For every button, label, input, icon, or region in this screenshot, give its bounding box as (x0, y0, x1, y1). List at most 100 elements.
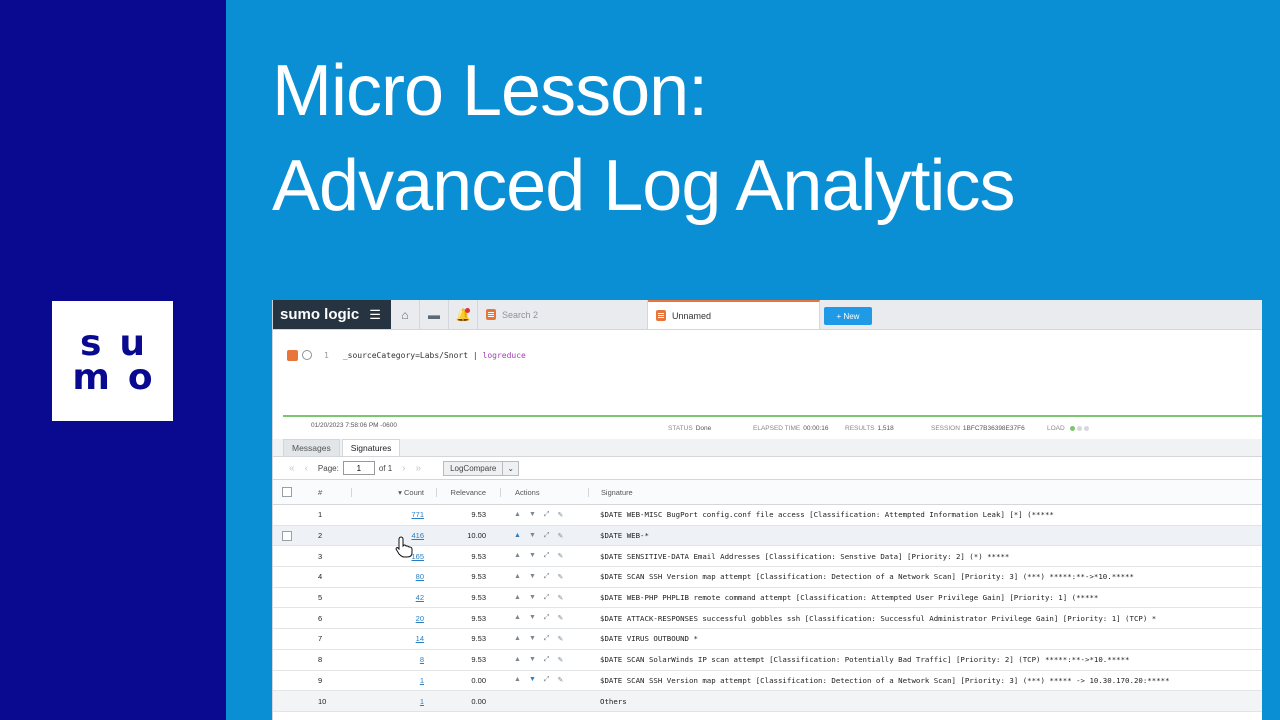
status-field: STATUS Done (668, 425, 711, 432)
row-signature[interactable]: $DATE ATTACK-RESPONSES successful gobble… (588, 614, 1262, 623)
row-count-link[interactable]: 1 (420, 697, 424, 706)
thumbs-down-icon[interactable]: ▼ (529, 594, 536, 602)
clock-icon[interactable] (302, 350, 312, 360)
tab-unnamed[interactable]: Unnamed (648, 300, 820, 329)
thumbs-up-icon[interactable]: ▲ (514, 676, 521, 684)
row-count-cell: 1 (351, 697, 436, 706)
row-count-link[interactable]: 416 (411, 531, 424, 540)
status-label: STATUS (668, 425, 693, 432)
expand-icon[interactable]: ⤢ (544, 573, 550, 581)
tab-messages[interactable]: Messages (283, 439, 340, 456)
tab-search-2[interactable]: Search 2 (478, 300, 648, 329)
row-actions: ▲ ▼ ⤢ ✎ (500, 614, 588, 622)
col-count[interactable]: ▾ Count (351, 487, 436, 497)
edit-pencil-icon[interactable]: ✎ (557, 532, 563, 540)
edit-pencil-icon[interactable]: ✎ (557, 573, 563, 581)
row-signature[interactable]: $DATE WEB-PHP PHPLIB remote command atte… (588, 593, 1262, 602)
page-input[interactable] (342, 461, 375, 475)
row-signature[interactable]: $DATE WEB-* (588, 531, 1262, 540)
table-row[interactable]: 2 416 10.00 ▲ ▼ ⤢ ✎ $DATE WEB-* (273, 525, 1262, 547)
row-count-link[interactable]: 1 (420, 676, 424, 685)
row-count-link[interactable]: 20 (416, 614, 424, 623)
thumbs-down-icon[interactable]: ▼ (529, 614, 536, 622)
row-signature[interactable]: $DATE SENSITIVE-DATA Email Addresses [Cl… (588, 552, 1262, 561)
tab-signatures[interactable]: Signatures (341, 439, 401, 456)
row-signature[interactable]: $DATE SCAN SSH Version map attempt [Clas… (588, 572, 1262, 581)
expand-icon[interactable]: ⤢ (544, 511, 550, 519)
row-count-link[interactable]: 8 (420, 655, 424, 664)
table-row[interactable]: 8 8 9.53 ▲ ▼ ⤢ ✎ $DATE SCAN SolarWinds IP scan … (273, 650, 1262, 671)
table-row[interactable]: 6 20 9.53 ▲ ▼ ⤢ ✎ $DATE ATTACK-RESPONSES succes… (273, 608, 1262, 630)
thumbs-down-icon[interactable]: ▼ (529, 635, 536, 643)
row-count-cell: 8 (351, 655, 436, 664)
thumbs-down-icon[interactable]: ▼ (529, 573, 536, 581)
load-dot (1076, 425, 1082, 431)
thumbs-up-icon[interactable]: ▲ (514, 594, 521, 602)
thumbs-down-icon[interactable]: ▼ (529, 552, 536, 560)
table-row[interactable]: 10 1 0.00 Others (273, 691, 1262, 712)
row-signature[interactable]: $DATE SCAN SolarWinds IP scan attempt [C… (588, 655, 1262, 664)
thumbs-down-icon[interactable]: ▼ (529, 676, 536, 684)
thumbs-up-icon[interactable]: ▲ (514, 511, 521, 519)
row-count-link[interactable]: 80 (416, 572, 424, 581)
thumbs-up-icon[interactable]: ▲ (514, 573, 521, 581)
row-count-link[interactable]: 14 (416, 634, 424, 643)
thumbs-down-icon[interactable]: ▼ (529, 656, 536, 664)
edit-pencil-icon[interactable]: ✎ (557, 614, 563, 622)
bell-icon[interactable]: 🔔 (449, 300, 478, 329)
expand-icon[interactable]: ⤢ (544, 635, 550, 643)
row-signature[interactable]: Others (588, 697, 1262, 706)
col-signature[interactable]: Signature (588, 487, 1262, 497)
home-icon[interactable]: ⌂ (391, 300, 420, 329)
query-text[interactable]: _sourceCategory=Labs/Snort | logreduce (343, 351, 526, 360)
logo-line-2: mo (72, 357, 171, 398)
edit-pencil-icon[interactable]: ✎ (557, 552, 563, 560)
row-signature[interactable]: $DATE VIRUS OUTBOUND * (588, 634, 1262, 643)
edit-pencil-icon[interactable]: ✎ (557, 511, 563, 519)
select-all-checkbox[interactable] (282, 487, 292, 497)
table-row[interactable]: 4 80 9.53 ▲ ▼ ⤢ ✎ $DATE SCAN SSH Version map at… (273, 567, 1262, 588)
table-row[interactable]: 5 42 9.53 ▲ ▼ ⤢ ✎ $DATE WEB-PHP PHPLIB remote c… (273, 588, 1262, 609)
brand[interactable]: sumo logic ☰ (273, 300, 391, 329)
row-count-link[interactable]: 165 (411, 552, 424, 561)
table-row[interactable]: 7 14 9.53 ▲ ▼ ⤢ ✎ $DATE VIRUS OUTBOUND * (273, 629, 1262, 650)
logcompare-label: LogCompare (450, 463, 497, 473)
query-type-icon[interactable] (287, 349, 298, 361)
prev-page-icon[interactable]: ‹ (305, 463, 308, 474)
expand-icon[interactable]: ⤢ (544, 614, 550, 622)
chevron-down-icon[interactable]: ⌄ (502, 461, 518, 475)
thumbs-up-icon[interactable]: ▲ (514, 656, 521, 664)
table-row[interactable]: 1 771 9.53 ▲ ▼ ⤢ ✎ $DATE WEB-MISC BugPort confi… (273, 505, 1262, 526)
row-checkbox[interactable] (282, 530, 292, 541)
edit-pencil-icon[interactable]: ✎ (557, 635, 563, 643)
logcompare-button[interactable]: LogCompare ⌄ (443, 460, 520, 476)
thumbs-up-icon[interactable]: ▲ (514, 532, 521, 540)
row-signature[interactable]: $DATE SCAN SSH Version map attempt [Clas… (588, 676, 1262, 685)
expand-icon[interactable]: ⤢ (544, 676, 550, 684)
row-count-link[interactable]: 771 (411, 510, 424, 519)
query-editor[interactable]: 1 _sourceCategory=Labs/Snort | logreduce (273, 330, 1262, 380)
thumbs-up-icon[interactable]: ▲ (514, 614, 521, 622)
edit-pencil-icon[interactable]: ✎ (557, 594, 563, 602)
last-page-icon[interactable]: » (416, 463, 422, 474)
expand-icon[interactable]: ⤢ (544, 594, 550, 602)
row-count-link[interactable]: 42 (416, 593, 424, 602)
col-relevance[interactable]: Relevance (436, 487, 500, 497)
table-row[interactable]: 9 1 0.00 ▲ ▼ ⤢ ✎ $DATE SCAN SSH Version map att… (273, 671, 1262, 692)
expand-icon[interactable]: ⤢ (544, 532, 550, 540)
edit-pencil-icon[interactable]: ✎ (557, 656, 563, 664)
thumbs-up-icon[interactable]: ▲ (514, 552, 521, 560)
thumbs-up-icon[interactable]: ▲ (514, 635, 521, 643)
expand-icon[interactable]: ⤢ (544, 656, 550, 664)
next-page-icon[interactable]: › (402, 463, 405, 474)
new-tab-button[interactable]: + New (824, 307, 872, 325)
first-page-icon[interactable]: « (289, 463, 295, 474)
hamburger-icon[interactable]: ☰ (369, 307, 381, 323)
folder-icon[interactable]: ▬ (420, 300, 449, 329)
thumbs-down-icon[interactable]: ▼ (529, 511, 536, 519)
table-row[interactable]: 3 165 9.53 ▲ ▼ ⤢ ✎ $DATE SENSITIVE-DATA Email A… (273, 546, 1262, 568)
expand-icon[interactable]: ⤢ (544, 552, 550, 560)
edit-pencil-icon[interactable]: ✎ (557, 676, 563, 684)
thumbs-down-icon[interactable]: ▼ (529, 532, 536, 540)
row-signature[interactable]: $DATE WEB-MISC BugPort config.conf file … (588, 510, 1262, 519)
